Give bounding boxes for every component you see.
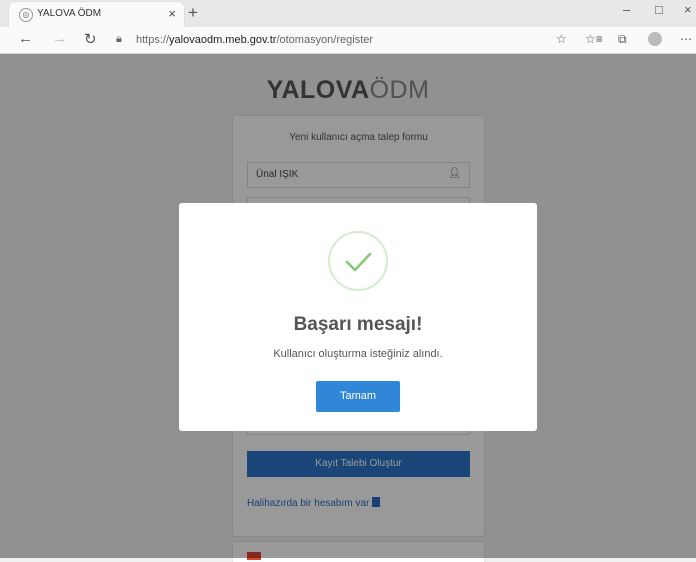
browser-toolbar: ← → ↻ 🔒︎ https://yalovaodm.meb.gov.tr/ot… [0, 27, 696, 54]
address-bar[interactable]: https://yalovaodm.meb.gov.tr/otomasyon/r… [136, 34, 373, 46]
forward-icon[interactable]: → [52, 30, 67, 47]
modal-title: Başarı mesajı! [293, 314, 423, 335]
tab-close-icon[interactable]: × [168, 6, 176, 21]
success-modal: Başarı mesajı! Kullanıcı oluşturma isteğ… [179, 203, 537, 431]
modal-message: Kullanıcı oluşturma isteğiniz alındı. [273, 348, 443, 360]
more-icon[interactable]: ⋯ [680, 32, 692, 46]
collections-icon[interactable]: ⧉ [618, 32, 627, 47]
maximize-button[interactable]: □ [655, 2, 663, 17]
lock-icon: 🔒︎ [116, 33, 122, 45]
favicon-icon: ◎ [19, 8, 33, 22]
favorites-list-icon[interactable]: ☆≡ [585, 32, 603, 46]
back-icon[interactable]: ← [18, 30, 33, 47]
refresh-icon[interactable]: ↻ [84, 30, 97, 48]
new-tab-button[interactable]: + [188, 3, 198, 23]
ok-button[interactable]: Tamam [316, 381, 400, 412]
success-check-icon [328, 231, 388, 291]
tab-title: YALOVA ÖDM [37, 8, 102, 19]
browser-tab-bar: ◎ YALOVA ÖDM × + – □ × [0, 0, 696, 27]
favorite-icon[interactable]: ☆ [556, 32, 567, 46]
profile-avatar[interactable] [648, 32, 662, 46]
browser-tab[interactable]: ◎ YALOVA ÖDM × [9, 2, 184, 27]
minimize-button[interactable]: – [623, 2, 630, 17]
close-window-button[interactable]: × [684, 2, 692, 17]
